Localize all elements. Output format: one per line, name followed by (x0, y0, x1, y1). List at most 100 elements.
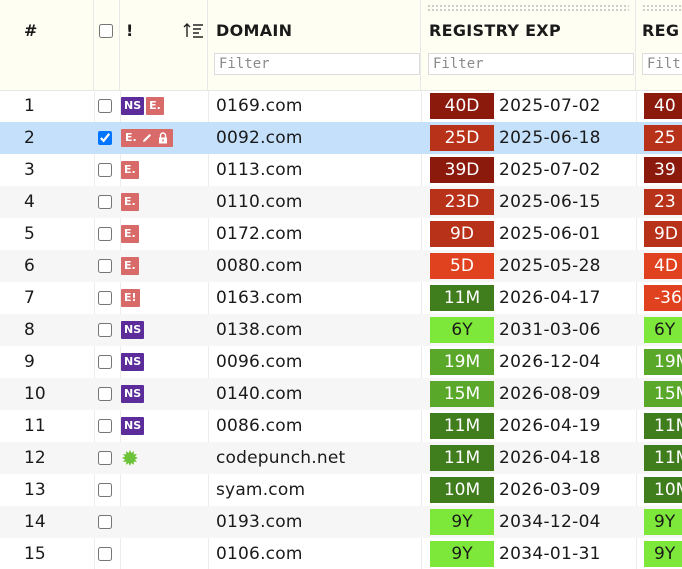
registry2-filter-input[interactable]: Filt (642, 53, 682, 75)
row-number: 6 (24, 256, 35, 276)
col-num-header[interactable]: # (0, 0, 94, 90)
expiry-badge: E. (121, 193, 139, 211)
row-number: 7 (24, 288, 35, 308)
row-number: 15 (24, 544, 46, 564)
expiry-date: 2034-12-04 (499, 512, 601, 532)
domain-name[interactable]: codepunch.net (216, 442, 345, 474)
table-row[interactable]: 12codepunch.net11M2026-04-1811M (0, 442, 682, 474)
table-row[interactable]: 7 E! 0163.com 11M 2026-04-17 -36 (0, 282, 682, 314)
row-number: 9 (24, 352, 35, 372)
domain-name[interactable]: syam.com (216, 474, 305, 506)
column-drag-handle[interactable] (427, 4, 629, 12)
row-checkbox[interactable] (98, 195, 112, 209)
table-row[interactable]: 10NS0140.com15M2026-08-0915M (0, 378, 682, 410)
row-checkbox[interactable] (98, 163, 112, 177)
days-remaining-badge: 19M (430, 349, 494, 375)
expiry-badge: E. (121, 161, 139, 179)
col-flag-title: ! (126, 21, 134, 40)
col-flag-header[interactable]: ! (120, 0, 208, 90)
table-row[interactable]: 11NS0086.com11M2026-04-1911M (0, 410, 682, 442)
table-row[interactable]: 5 E. 0172.com 9D 2025-06-01 9D (0, 218, 682, 250)
ns-badge: NS (121, 417, 145, 435)
col-registry-exp2-title: REG (642, 21, 680, 40)
days-remaining-badge-2: -36 (644, 285, 682, 311)
expiry-date: 2031-03-06 (499, 320, 601, 340)
expiry-badge: E. (121, 257, 139, 275)
domain-name[interactable]: 0172.com (216, 218, 303, 250)
row-checkbox[interactable] (98, 387, 112, 401)
table-row[interactable]: 9NS0096.com19M2026-12-0419M (0, 346, 682, 378)
row-number: 4 (24, 192, 35, 212)
row-flags: E. (121, 129, 173, 147)
row-checkbox[interactable] (98, 131, 112, 145)
expiry-badge: E. (121, 129, 173, 147)
domain-name[interactable]: 0110.com (216, 186, 303, 218)
row-checkbox[interactable] (98, 227, 112, 241)
domain-name[interactable]: 0163.com (216, 282, 303, 314)
col-domain-header[interactable]: DOMAIN Filter (208, 0, 421, 90)
table-row[interactable]: 15 0106.com 9Y 2034-01-31 9Y (0, 538, 682, 569)
row-checkbox[interactable] (98, 451, 112, 465)
row-flags: E. (121, 193, 139, 211)
row-checkbox[interactable] (98, 419, 112, 433)
expiry-date: 2026-04-19 (499, 416, 601, 436)
col-domain-title: DOMAIN (216, 21, 293, 40)
days-remaining-badge-2: 19M (644, 349, 682, 375)
expiry-date: 2025-06-01 (499, 224, 601, 244)
table-row[interactable]: 2 E. 0092.com 25D 2025-06-18 25 (0, 122, 682, 154)
row-checkbox[interactable] (98, 259, 112, 273)
days-remaining-badge: 6Y (430, 317, 494, 343)
col-num-title: # (24, 21, 38, 40)
domain-name[interactable]: 0092.com (216, 122, 303, 154)
row-checkbox[interactable] (98, 547, 112, 561)
domain-name[interactable]: 0086.com (216, 410, 303, 442)
row-checkbox[interactable] (98, 483, 112, 497)
table-row[interactable]: 4 E. 0110.com 23D 2025-06-15 23 (0, 186, 682, 218)
table-row[interactable]: 13syam.com10M2026-03-0910M (0, 474, 682, 506)
table-row[interactable]: 14 0193.com 9Y 2034-12-04 9Y (0, 506, 682, 538)
ns-badge: NS (121, 353, 145, 371)
days-remaining-badge: 25D (430, 125, 494, 151)
days-remaining-badge: 11M (430, 413, 494, 439)
table-row[interactable]: 1 NS E. 0169.com 40D 2025-07-02 40 (0, 90, 682, 122)
row-checkbox[interactable] (98, 355, 112, 369)
registry-filter-input[interactable]: Filter (428, 53, 634, 75)
domain-name[interactable]: 0106.com (216, 538, 303, 569)
domain-name[interactable]: 0169.com (216, 90, 303, 122)
table-row[interactable]: 8 NS 0138.com 6Y 2031-03-06 6Y (0, 314, 682, 346)
domain-name[interactable]: 0113.com (216, 154, 303, 186)
days-remaining-badge: 15M (430, 381, 494, 407)
days-remaining-badge-2: 9Y (644, 541, 682, 567)
seal-icon (122, 450, 138, 466)
days-remaining-badge-2: 6Y (644, 317, 682, 343)
days-remaining-badge: 9Y (430, 541, 494, 567)
domain-name[interactable]: 0193.com (216, 506, 303, 538)
expiry-date: 2025-06-18 (499, 128, 601, 148)
sort-icon[interactable] (183, 22, 205, 40)
table-row[interactable]: 6 E. 0080.com 5D 2025-05-28 4D (0, 250, 682, 282)
badge-label: E. (124, 227, 136, 240)
domain-filter-input[interactable]: Filter (214, 53, 420, 75)
table-row[interactable]: 3 E. 0113.com 39D 2025-07-02 39 (0, 154, 682, 186)
row-checkbox[interactable] (98, 323, 112, 337)
row-checkbox[interactable] (98, 291, 112, 305)
domain-name[interactable]: 0138.com (216, 314, 303, 346)
col-registry-exp2-header[interactable]: REG Filt (636, 0, 682, 90)
row-checkbox[interactable] (98, 99, 112, 113)
days-remaining-badge: 40D (430, 93, 494, 119)
days-remaining-badge: 39D (430, 157, 494, 183)
domain-name[interactable]: 0096.com (216, 346, 303, 378)
select-all-checkbox[interactable] (99, 24, 113, 38)
domain-name[interactable]: 0140.com (216, 378, 303, 410)
col-registry-exp-header[interactable]: REGISTRY EXP Filter (421, 0, 636, 90)
expiry-badge: E! (121, 289, 140, 307)
domain-name[interactable]: 0080.com (216, 250, 303, 282)
domain-grid: # ! DOMAIN Filter REGISTRY EXP Filter RE… (0, 0, 682, 569)
row-checkbox[interactable] (98, 515, 112, 529)
expiry-date: 2026-03-09 (499, 480, 601, 500)
row-number: 2 (24, 128, 35, 148)
badge-label: E. (124, 259, 136, 272)
row-number: 11 (24, 416, 46, 436)
days-remaining-badge-2: 11M (644, 413, 682, 439)
column-drag-handle-2[interactable] (642, 4, 682, 12)
